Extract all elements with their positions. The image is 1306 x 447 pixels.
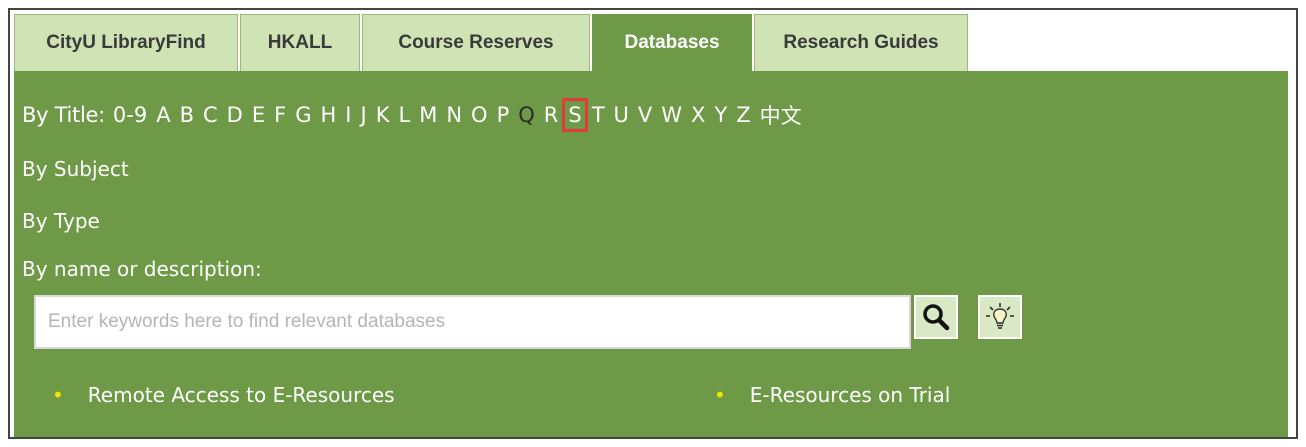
tab-cityu-libraryfind[interactable]: CityU LibraryFind bbox=[14, 14, 238, 71]
letter-link-l[interactable]: L bbox=[398, 103, 410, 127]
letter-link-i[interactable]: I bbox=[345, 103, 351, 127]
letter-link-0-9[interactable]: 0-9 bbox=[113, 103, 147, 127]
remote-access-label: Remote Access to E-Resources bbox=[87, 383, 395, 407]
tab-bar: CityU LibraryFind HKALL Course Reserves … bbox=[14, 14, 970, 71]
letter-link-v[interactable]: V bbox=[638, 103, 652, 127]
trial-label: E-Resources on Trial bbox=[749, 383, 951, 407]
letter-link-p[interactable]: P bbox=[497, 103, 510, 127]
databases-panel: By Title: 0-9 A B C D E F G H I J K L M N O P Q R S T U V W X Y Z 中… bbox=[14, 71, 1288, 437]
search-button[interactable] bbox=[914, 295, 958, 339]
letter-link-chinese[interactable]: 中文 bbox=[760, 100, 802, 130]
letter-link-k[interactable]: K bbox=[376, 103, 390, 127]
letter-link-z[interactable]: Z bbox=[736, 103, 750, 127]
tab-course-reserves[interactable]: Course Reserves bbox=[362, 14, 590, 71]
tab-databases[interactable]: Databases bbox=[592, 14, 752, 71]
database-search-input[interactable] bbox=[34, 295, 911, 349]
lightbulb-icon bbox=[986, 303, 1014, 329]
letter-link-j[interactable]: J bbox=[361, 103, 367, 127]
letter-link-h[interactable]: H bbox=[321, 103, 337, 127]
magnifier-icon bbox=[923, 304, 950, 331]
letter-link-n[interactable]: N bbox=[446, 103, 462, 127]
letter-link-a[interactable]: A bbox=[156, 103, 170, 127]
suggest-button[interactable] bbox=[978, 295, 1022, 339]
by-type-link[interactable]: By Type bbox=[22, 209, 100, 233]
letter-link-o[interactable]: O bbox=[471, 103, 488, 127]
bullet-icon: • bbox=[714, 383, 726, 407]
letter-link-e[interactable]: E bbox=[252, 103, 265, 127]
letter-index: 0-9 A B C D E F G H I J K L M N O P Q R S T U V W X Y Z 中文 bbox=[113, 98, 811, 132]
by-subject-link[interactable]: By Subject bbox=[22, 157, 129, 181]
letter-link-d[interactable]: D bbox=[227, 103, 243, 127]
letter-link-s[interactable]: S bbox=[562, 98, 588, 132]
by-title-label: By Title: bbox=[22, 103, 105, 127]
eresources-trial-link[interactable]: • E-Resources on Trial bbox=[714, 383, 950, 407]
by-title-row: By Title: 0-9 A B C D E F G H I J K L M N O P Q R S T U V W X Y Z 中… bbox=[22, 98, 811, 132]
remote-access-link[interactable]: • Remote Access to E-Resources bbox=[52, 383, 395, 407]
letter-link-t[interactable]: T bbox=[592, 103, 605, 127]
letter-link-w[interactable]: W bbox=[661, 103, 682, 127]
letter-link-m[interactable]: M bbox=[419, 103, 437, 127]
letter-link-r[interactable]: R bbox=[544, 103, 559, 127]
letter-link-c[interactable]: C bbox=[203, 103, 218, 127]
bullet-icon: • bbox=[52, 383, 64, 407]
tab-hkall[interactable]: HKALL bbox=[240, 14, 360, 71]
letter-link-x[interactable]: X bbox=[691, 103, 705, 127]
letter-link-u[interactable]: U bbox=[614, 103, 629, 127]
tab-research-guides[interactable]: Research Guides bbox=[754, 14, 968, 71]
letter-link-b[interactable]: B bbox=[180, 103, 194, 127]
letter-link-f[interactable]: F bbox=[274, 103, 286, 127]
letter-link-g[interactable]: G bbox=[295, 103, 311, 127]
letter-link-q[interactable]: Q bbox=[518, 103, 535, 127]
letter-link-y[interactable]: Y bbox=[714, 103, 727, 127]
search-label: By name or description: bbox=[22, 257, 262, 281]
